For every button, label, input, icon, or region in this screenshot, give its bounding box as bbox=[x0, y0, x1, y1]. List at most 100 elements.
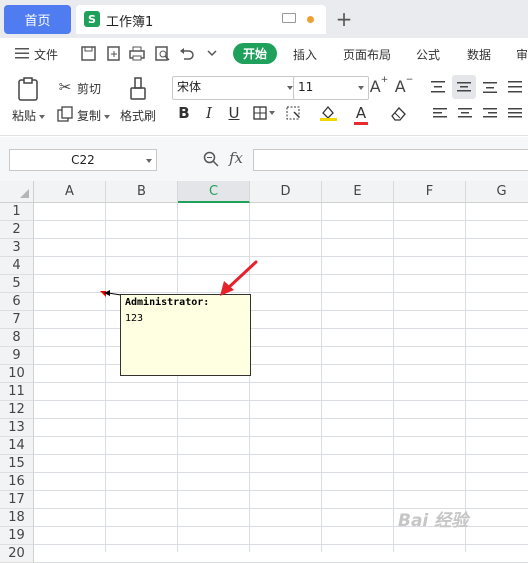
new-tab-button[interactable]: + bbox=[333, 6, 355, 32]
gridline-horizontal bbox=[34, 256, 528, 257]
formula-input[interactable] bbox=[253, 149, 528, 171]
select-all-triangle-icon bbox=[20, 189, 29, 198]
formula-bar: C22 fx bbox=[0, 137, 528, 181]
name-box[interactable]: C22 bbox=[9, 149, 157, 171]
column-header[interactable]: A bbox=[34, 181, 106, 203]
row-header[interactable]: 14 bbox=[0, 437, 34, 455]
cell-comment-box[interactable]: Administrator: 123 bbox=[120, 294, 251, 376]
paste-icon[interactable] bbox=[16, 76, 40, 102]
cut-icon[interactable]: ✂ bbox=[56, 78, 74, 96]
column-header[interactable]: D bbox=[250, 181, 322, 203]
zoom-icon[interactable] bbox=[203, 151, 219, 167]
hamburger-menu-icon[interactable] bbox=[14, 45, 30, 61]
column-header[interactable]: C bbox=[178, 181, 250, 203]
row-header[interactable]: 19 bbox=[0, 527, 34, 545]
gridline-horizontal bbox=[34, 418, 528, 419]
align-middle-icon[interactable] bbox=[452, 75, 476, 99]
row-header[interactable]: 15 bbox=[0, 455, 34, 473]
border-dropdown-icon[interactable] bbox=[268, 103, 276, 123]
tab-start[interactable]: 开始 bbox=[233, 43, 277, 64]
watermark-logo: Bai 经验 bbox=[398, 511, 469, 531]
monitor-icon[interactable] bbox=[282, 13, 296, 23]
fill-color-icon[interactable] bbox=[318, 103, 338, 123]
gridline-horizontal bbox=[34, 346, 528, 347]
spreadsheet-icon: S bbox=[84, 11, 100, 27]
row-header[interactable]: 5 bbox=[0, 275, 34, 293]
gridline-horizontal bbox=[34, 490, 528, 491]
italic-icon[interactable]: I bbox=[199, 103, 219, 123]
decrease-font-icon[interactable]: A − bbox=[393, 75, 415, 96]
row-header[interactable]: 9 bbox=[0, 347, 34, 365]
row-header[interactable]: 16 bbox=[0, 473, 34, 491]
comment-text[interactable]: 123 bbox=[125, 313, 143, 324]
font-color-icon[interactable]: A bbox=[351, 103, 371, 125]
underline-icon[interactable]: U bbox=[224, 103, 244, 123]
document-tab[interactable]: S 工作簿1 bbox=[76, 5, 326, 34]
tab-formulas[interactable]: 公式 bbox=[416, 46, 440, 63]
cell-style-icon[interactable] bbox=[283, 103, 303, 123]
red-arrow-annotation bbox=[220, 260, 258, 296]
copy-button[interactable]: 复制 bbox=[77, 107, 111, 124]
column-header[interactable]: B bbox=[106, 181, 178, 203]
row-header[interactable]: 11 bbox=[0, 383, 34, 401]
align-top-icon[interactable] bbox=[428, 78, 448, 96]
increase-font-icon[interactable]: A + bbox=[368, 75, 390, 96]
column-header[interactable]: G bbox=[466, 181, 528, 203]
row-header[interactable]: 4 bbox=[0, 257, 34, 275]
export-icon[interactable] bbox=[105, 45, 121, 61]
unsaved-indicator-icon bbox=[307, 16, 314, 23]
gridline-horizontal bbox=[34, 382, 528, 383]
column-header[interactable]: F bbox=[394, 181, 466, 203]
gridline-horizontal bbox=[34, 436, 528, 437]
tab-bar: 首页 S 工作簿1 + bbox=[0, 0, 528, 38]
preview-icon[interactable] bbox=[154, 45, 170, 61]
tab-review[interactable]: 审 bbox=[516, 46, 528, 63]
align-center-icon[interactable] bbox=[455, 103, 475, 123]
gridline-horizontal bbox=[34, 220, 528, 221]
menu-bar: 文件 开始 插入 页面布局 公式 数据 审 bbox=[0, 38, 528, 70]
row-header[interactable]: 6 bbox=[0, 293, 34, 311]
paste-button[interactable]: 粘贴 bbox=[12, 107, 46, 124]
row-header[interactable]: 8 bbox=[0, 329, 34, 347]
undo-icon[interactable] bbox=[178, 45, 194, 61]
quick-access-dropdown-icon[interactable] bbox=[204, 45, 220, 61]
row-header[interactable]: 1 bbox=[0, 203, 34, 221]
file-menu[interactable]: 文件 bbox=[34, 46, 58, 63]
row-header[interactable]: 17 bbox=[0, 491, 34, 509]
format-painter-icon[interactable] bbox=[127, 76, 149, 102]
border-icon[interactable] bbox=[250, 103, 270, 123]
spreadsheet-grid[interactable]: ABCDEFG 1 2 3 4 5 6 7 8 9 10 11 12 13 14 15 16 17 18 19 20 bbox=[0, 181, 528, 563]
align-bottom-icon[interactable] bbox=[480, 78, 500, 96]
home-tab[interactable]: 首页 bbox=[4, 5, 71, 34]
font-size-select[interactable]: 11 bbox=[293, 76, 369, 100]
tab-insert[interactable]: 插入 bbox=[293, 46, 317, 63]
eraser-icon[interactable] bbox=[388, 103, 408, 123]
font-name-select[interactable]: 宋体 bbox=[172, 76, 298, 100]
document-title: 工作簿1 bbox=[106, 15, 154, 30]
save-icon[interactable] bbox=[80, 45, 96, 61]
bold-icon[interactable]: B bbox=[174, 103, 194, 123]
gridline-horizontal bbox=[34, 274, 528, 275]
row-header[interactable]: 2 bbox=[0, 221, 34, 239]
justify-icon[interactable] bbox=[505, 78, 525, 96]
align-right-icon[interactable] bbox=[480, 103, 500, 123]
row-header[interactable]: 3 bbox=[0, 239, 34, 257]
row-header[interactable]: 12 bbox=[0, 401, 34, 419]
row-header[interactable]: 7 bbox=[0, 311, 34, 329]
row-header[interactable]: 20 bbox=[0, 545, 34, 563]
align-left-icon[interactable] bbox=[430, 103, 450, 123]
gridline-horizontal bbox=[34, 328, 528, 329]
cut-button[interactable]: 剪切 bbox=[77, 80, 101, 97]
row-header[interactable]: 13 bbox=[0, 419, 34, 437]
row-header[interactable]: 18 bbox=[0, 509, 34, 527]
gridline-horizontal bbox=[34, 238, 528, 239]
tab-page-layout[interactable]: 页面布局 bbox=[343, 46, 391, 63]
column-header[interactable]: E bbox=[322, 181, 394, 203]
print-icon[interactable] bbox=[129, 45, 145, 61]
distribute-icon[interactable] bbox=[505, 103, 525, 123]
copy-icon[interactable] bbox=[56, 105, 74, 123]
function-icon[interactable]: fx bbox=[229, 149, 243, 167]
row-header[interactable]: 10 bbox=[0, 365, 34, 383]
format-painter-button[interactable]: 格式刷 bbox=[120, 107, 156, 124]
tab-data[interactable]: 数据 bbox=[467, 46, 491, 63]
